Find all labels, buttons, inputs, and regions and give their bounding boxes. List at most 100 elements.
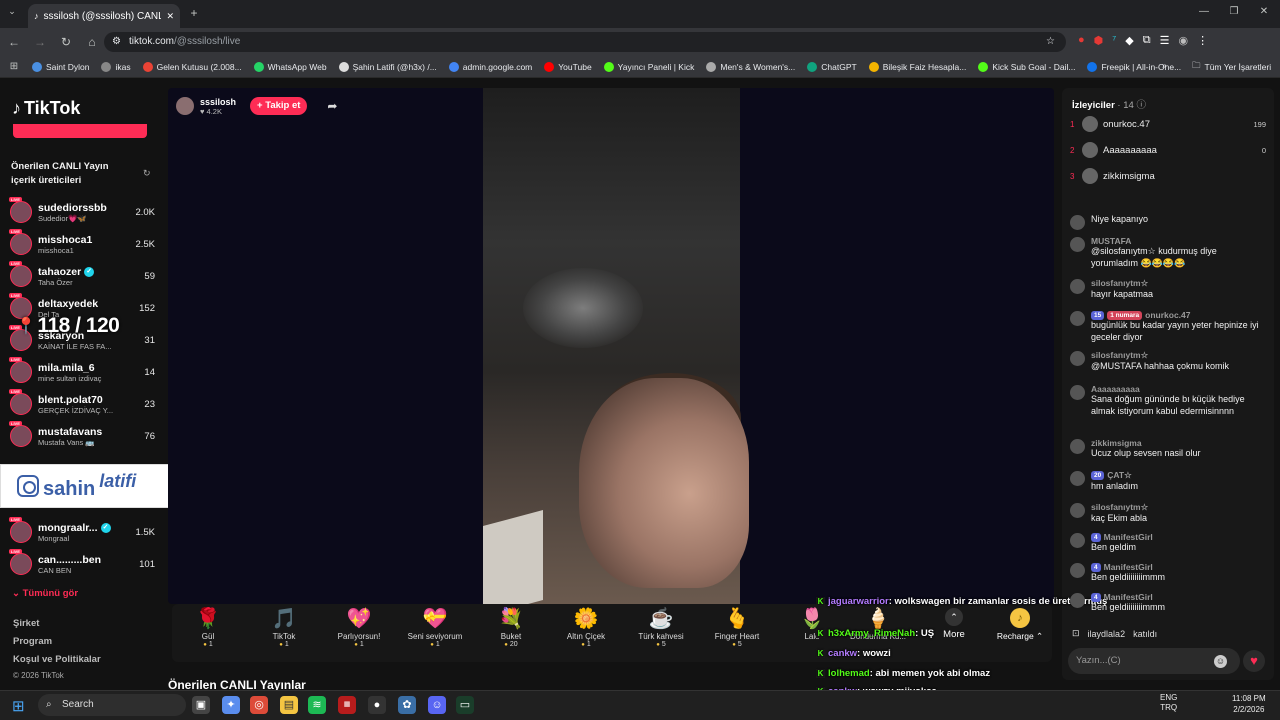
emoji-icon[interactable]: ☺ bbox=[1214, 655, 1227, 668]
suggested-creator[interactable]: mustafavansMustafa Vans 🚌 76 bbox=[9, 421, 155, 450]
chat-avatar[interactable] bbox=[1070, 563, 1085, 578]
suggested-creator[interactable]: mila.mila_6mine sultan izdivaç 14 bbox=[9, 357, 155, 386]
go-live-button[interactable] bbox=[13, 124, 147, 138]
chat-avatar[interactable] bbox=[1070, 503, 1085, 518]
terminal-icon[interactable]: ▭ bbox=[456, 696, 474, 714]
info-icon[interactable]: ⓘ bbox=[1136, 100, 1146, 111]
gift-item[interactable]: 🫰 Finger Heart5 bbox=[701, 606, 773, 648]
host-name[interactable]: sssilosh bbox=[200, 97, 236, 107]
chat-username[interactable]: onurkoc.47 bbox=[1145, 310, 1190, 320]
all-bookmarks-folder[interactable]: 🗀 Tüm Yer İşaretleri bbox=[1188, 60, 1275, 74]
chat-username[interactable]: ÇAT☆ bbox=[1107, 470, 1131, 481]
bookmark-item[interactable]: ikas bbox=[97, 61, 134, 72]
gift-item[interactable]: 💐 Buket20 bbox=[475, 606, 547, 648]
bookmark-star-icon[interactable]: ☆ bbox=[1046, 32, 1055, 52]
browser-tab[interactable]: ♪ sssilosh (@sssilosh) CANLI Y... ✕ bbox=[28, 4, 180, 28]
profile-avatar[interactable]: ◉ bbox=[1178, 34, 1188, 47]
chat-avatar[interactable] bbox=[1070, 215, 1085, 230]
top-viewer[interactable]: 3 zikkimsigma bbox=[1070, 166, 1266, 186]
app-icon-1[interactable]: ▦ bbox=[338, 696, 356, 714]
tiktok-logo[interactable]: ♪ TikTok bbox=[12, 98, 80, 119]
suggested-creator[interactable]: misshoca1misshoca1 2.5K bbox=[9, 229, 155, 258]
bookmark-item[interactable]: admin.google.com bbox=[445, 61, 536, 72]
bookmark-item[interactable]: Freepik | All-in-One... bbox=[1083, 61, 1185, 72]
chrome-icon[interactable]: ◎ bbox=[250, 696, 268, 714]
share-icon[interactable]: ➦ bbox=[327, 99, 337, 113]
follow-button[interactable]: + Takip et bbox=[250, 97, 308, 115]
extension-2-icon[interactable]: ⬢ bbox=[1094, 34, 1104, 47]
bookmark-item[interactable]: Şahin Latifi (@h3x) /... bbox=[335, 61, 441, 72]
footer-program-link[interactable]: Program bbox=[13, 636, 52, 647]
chat-avatar[interactable] bbox=[1070, 593, 1085, 608]
home-icon[interactable]: ⌂ bbox=[84, 35, 100, 49]
footer-company-link[interactable]: Şirket bbox=[13, 618, 39, 629]
forward-icon[interactable]: → bbox=[32, 35, 48, 49]
chat-username[interactable]: ManifestGirl bbox=[1104, 592, 1153, 602]
chat-avatar[interactable] bbox=[1070, 351, 1085, 366]
bookmarks-overflow-icon[interactable]: » bbox=[1162, 60, 1167, 70]
reload-icon[interactable]: ↻ bbox=[58, 35, 74, 49]
address-bar[interactable]: ⚙ tiktok.com/@sssilosh/live ☆ bbox=[104, 32, 1066, 52]
chat-username[interactable]: zikkimsigma bbox=[1091, 438, 1142, 448]
live-video[interactable] bbox=[483, 88, 749, 617]
bookmark-item[interactable]: YouTube bbox=[540, 61, 595, 72]
maximize-icon[interactable]: ❐ bbox=[1226, 6, 1242, 17]
close-tab-icon[interactable]: ✕ bbox=[166, 11, 174, 22]
suggested-creator[interactable]: tahaozer✓ Taha Özer 59 bbox=[9, 261, 155, 290]
join-user[interactable]: ilaydlala2 bbox=[1088, 629, 1126, 639]
bookmark-item[interactable]: Yayıncı Paneli | Kick bbox=[600, 61, 699, 72]
clock[interactable]: 11:08 PM 2/2/2026 bbox=[1232, 693, 1266, 715]
top-viewer[interactable]: 1 onurkoc.47 199 bbox=[1070, 114, 1266, 134]
gift-item[interactable]: 🎵 TikTok1 bbox=[248, 606, 320, 648]
extension-3-icon[interactable]: ⁷ bbox=[1112, 34, 1116, 47]
app-icon-2[interactable]: ● bbox=[368, 696, 386, 714]
spotify-icon[interactable]: ≋ bbox=[308, 696, 326, 714]
bookmark-item[interactable]: Bileşik Faiz Hesapla... bbox=[865, 61, 971, 72]
refresh-icon[interactable]: ↻ bbox=[143, 168, 151, 179]
chat-username[interactable]: ManifestGirl bbox=[1104, 532, 1153, 542]
browser-menu-icon[interactable]: ⋮ bbox=[1197, 34, 1208, 47]
chat-username[interactable]: Aaaaaaaaaa bbox=[1091, 384, 1140, 394]
taskbar-search[interactable]: ⌕ Search bbox=[38, 694, 186, 716]
windows-start-icon[interactable]: ⊞ bbox=[12, 697, 25, 715]
site-info-icon[interactable]: ⚙ bbox=[112, 32, 121, 52]
extension-1-icon[interactable]: ● bbox=[1078, 34, 1085, 47]
footer-terms-link[interactable]: Koşul ve Politikalar bbox=[13, 654, 101, 665]
bookmark-item[interactable]: ChatGPT bbox=[803, 61, 860, 72]
gift-item[interactable]: ☕ Türk kahvesi5 bbox=[625, 606, 697, 648]
bookmark-item[interactable]: Kick Sub Goal - Dail... bbox=[974, 61, 1079, 72]
more-gifts-button[interactable]: ⌃ More bbox=[936, 608, 972, 640]
close-window-icon[interactable]: ✕ bbox=[1256, 6, 1272, 17]
task-view-icon[interactable]: ▣ bbox=[192, 696, 210, 714]
extension-4-icon[interactable]: ◆ bbox=[1125, 34, 1133, 47]
bookmark-item[interactable]: Saint Dylon bbox=[28, 61, 93, 72]
bookmark-item[interactable]: Men's & Women's... bbox=[702, 61, 799, 72]
suggested-creator[interactable]: mongraalr...✓ Mongraal 1.5K bbox=[9, 517, 155, 546]
see-all-link[interactable]: ⌄ Tümünü gör bbox=[12, 588, 78, 599]
chat-avatar[interactable] bbox=[1070, 439, 1085, 454]
chat-username[interactable]: MUSTAFA bbox=[1091, 236, 1131, 246]
chat-username[interactable]: silosfanıytm☆ bbox=[1091, 350, 1148, 361]
bookmark-item[interactable]: WhatsApp Web bbox=[250, 61, 331, 72]
suggested-creator[interactable]: sudediorssbbSudedior💗🦋 2.0K bbox=[9, 197, 155, 226]
chat-username[interactable]: silosfanıytm☆ bbox=[1091, 502, 1148, 513]
chat-avatar[interactable] bbox=[1070, 311, 1085, 326]
gift-item[interactable]: 💖 Parlıyorsun!1 bbox=[323, 606, 395, 648]
bookmark-item[interactable]: Gelen Kutusu (2.008... bbox=[139, 61, 246, 72]
discord-icon[interactable]: ☺ bbox=[428, 696, 446, 714]
tab-list-icon[interactable]: ⌄ bbox=[4, 6, 20, 17]
gift-item[interactable]: 💝 Seni seviyorum1 bbox=[399, 606, 471, 648]
chat-username[interactable]: silosfanıytm☆ bbox=[1091, 278, 1148, 289]
chat-avatar[interactable] bbox=[1070, 533, 1085, 548]
chat-avatar[interactable] bbox=[1070, 237, 1085, 252]
recharge-button[interactable]: ♪ Recharge ⌃ bbox=[992, 608, 1048, 642]
chat-username[interactable]: ManifestGirl bbox=[1104, 562, 1153, 572]
gift-item[interactable]: 🌹 Gül1 bbox=[172, 606, 244, 648]
like-heart-icon[interactable]: ♥ bbox=[1243, 650, 1265, 672]
system-tray[interactable]: ENG TRQ bbox=[1160, 693, 1177, 713]
gift-item[interactable]: 🌼 Altın Çiçek1 bbox=[550, 606, 622, 648]
top-viewer[interactable]: 2 Aaaaaaaaaa 0 bbox=[1070, 140, 1266, 160]
extensions-puzzle-icon[interactable]: ⧉ bbox=[1143, 34, 1151, 47]
host-avatar[interactable] bbox=[176, 97, 194, 115]
back-icon[interactable]: ← bbox=[6, 35, 22, 49]
